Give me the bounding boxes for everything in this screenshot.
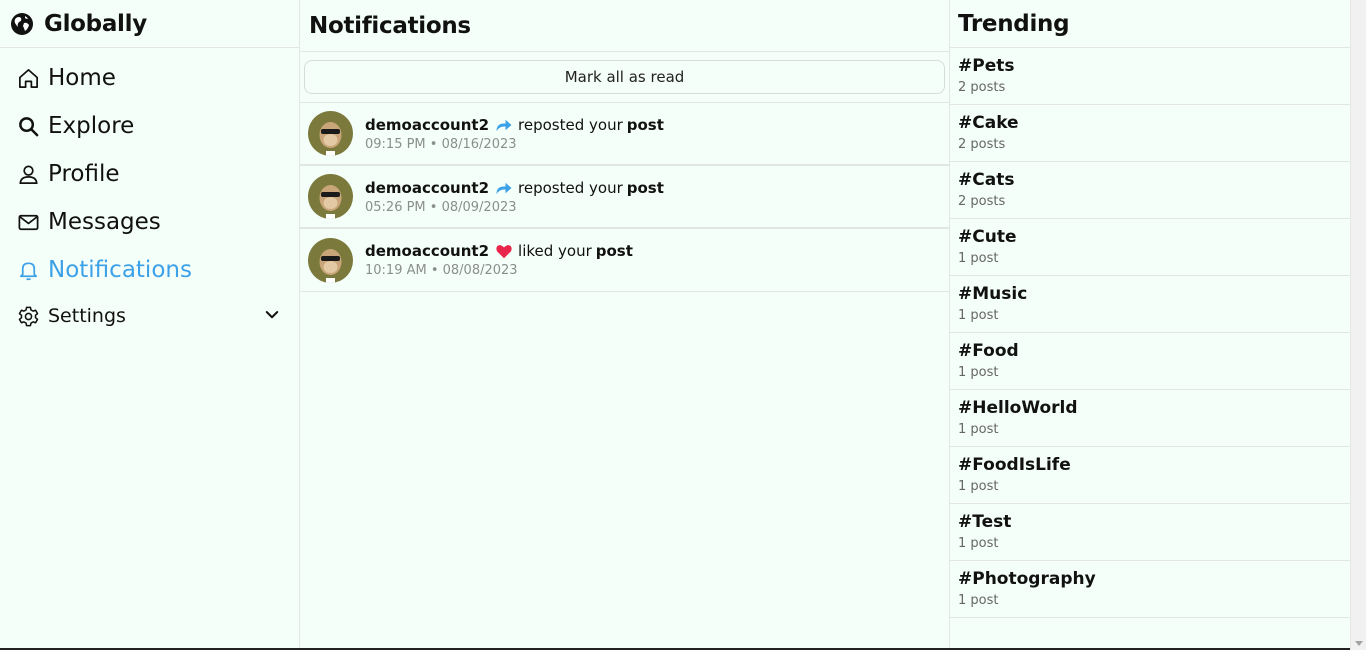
brand-name: Globally bbox=[44, 10, 147, 37]
trending-count: 1 post bbox=[958, 479, 999, 494]
notification-user[interactable]: demoaccount2 bbox=[365, 242, 489, 260]
trending-count: 2 posts bbox=[958, 80, 1006, 95]
trending-item[interactable]: #Pets 2 posts bbox=[950, 48, 1350, 105]
nav-item-explore[interactable]: Explore bbox=[0, 102, 299, 150]
nav-label-messages: Messages bbox=[48, 209, 161, 235]
notification-item[interactable]: demoaccount2 reposted your post 05:26 PM… bbox=[300, 166, 949, 229]
repost-icon bbox=[494, 116, 514, 134]
notification-target-link[interactable]: post bbox=[627, 116, 664, 134]
trending-item[interactable]: #FoodIsLife 1 post bbox=[950, 447, 1350, 504]
trending-tag: #Cats bbox=[958, 170, 1015, 190]
repost-icon bbox=[494, 179, 514, 197]
trending-tag: #Cute bbox=[958, 227, 1017, 247]
nav-label-notifications: Notifications bbox=[48, 257, 192, 283]
mark-all-container: Mark all as read bbox=[300, 52, 949, 103]
mail-icon bbox=[16, 210, 40, 234]
trending-count: 1 post bbox=[958, 365, 999, 380]
trending-panel: Trending #Pets 2 posts #Cake 2 posts #Ca… bbox=[950, 0, 1350, 650]
notification-timestamp: 09:15 PM • 08/16/2023 bbox=[365, 136, 517, 152]
notification-target-link[interactable]: post bbox=[596, 242, 633, 260]
user-icon bbox=[16, 162, 40, 186]
trending-tag: #Photography bbox=[958, 569, 1096, 589]
scroll-down-arrow-icon[interactable] bbox=[1355, 641, 1363, 646]
nav-item-profile[interactable]: Profile bbox=[0, 150, 299, 198]
notification-timestamp: 05:26 PM • 08/09/2023 bbox=[365, 199, 517, 215]
notification-user[interactable]: demoaccount2 bbox=[365, 179, 489, 197]
heart-icon bbox=[494, 242, 514, 260]
nav-item-home[interactable]: Home bbox=[0, 54, 299, 102]
main-header: Notifications bbox=[300, 0, 949, 52]
trending-tag: #Cake bbox=[958, 113, 1019, 133]
trending-item[interactable]: #Photography 1 post bbox=[950, 561, 1350, 618]
trending-count: 1 post bbox=[958, 308, 999, 323]
trending-item[interactable]: #Test 1 post bbox=[950, 504, 1350, 561]
left-sidebar: Globally Home Explore Profile Messages N… bbox=[0, 0, 300, 650]
trending-item[interactable]: #Cake 2 posts bbox=[950, 105, 1350, 162]
trending-count: 2 posts bbox=[958, 194, 1006, 209]
gear-icon bbox=[16, 304, 40, 328]
bell-icon bbox=[16, 258, 40, 282]
trending-tag: #Pets bbox=[958, 56, 1015, 76]
page-scrollbar[interactable] bbox=[1350, 0, 1366, 650]
nav-item-settings[interactable]: Settings bbox=[0, 294, 299, 338]
globe-icon bbox=[10, 12, 34, 36]
trending-tag: #Food bbox=[958, 341, 1019, 361]
nav-label-profile: Profile bbox=[48, 161, 120, 187]
notifications-panel: Notifications Mark all as read demoaccou… bbox=[300, 0, 950, 650]
brand[interactable]: Globally bbox=[0, 0, 299, 48]
trending-item[interactable]: #Food 1 post bbox=[950, 333, 1350, 390]
notification-user[interactable]: demoaccount2 bbox=[365, 116, 489, 134]
trending-tag: #Test bbox=[958, 512, 1012, 532]
trending-tag: #Music bbox=[958, 284, 1028, 304]
trending-title: Trending bbox=[958, 10, 1070, 37]
notification-item[interactable]: demoaccount2 liked your post 10:19 AM • … bbox=[300, 229, 949, 292]
trending-item[interactable]: #Music 1 post bbox=[950, 276, 1350, 333]
trending-count: 2 posts bbox=[958, 137, 1006, 152]
avatar[interactable] bbox=[308, 111, 353, 156]
trending-item[interactable]: #Cute 1 post bbox=[950, 219, 1350, 276]
trending-header: Trending bbox=[950, 0, 1350, 48]
mark-all-read-button[interactable]: Mark all as read bbox=[304, 60, 945, 94]
notification-timestamp: 10:19 AM • 08/08/2023 bbox=[365, 263, 518, 278]
notification-item[interactable]: demoaccount2 reposted your post 09:15 PM… bbox=[300, 103, 949, 166]
trending-count: 1 post bbox=[958, 422, 999, 437]
trending-count: 1 post bbox=[958, 251, 999, 266]
notification-target-link[interactable]: post bbox=[627, 179, 664, 197]
trending-count: 1 post bbox=[958, 593, 999, 608]
trending-item[interactable]: #HelloWorld 1 post bbox=[950, 390, 1350, 447]
nav-label-settings: Settings bbox=[48, 305, 126, 327]
home-icon bbox=[16, 66, 40, 90]
trending-count: 1 post bbox=[958, 536, 999, 551]
trending-tag: #HelloWorld bbox=[958, 398, 1078, 418]
nav-item-notifications[interactable]: Notifications bbox=[0, 246, 299, 294]
notification-action: reposted your bbox=[518, 178, 623, 197]
avatar[interactable] bbox=[308, 237, 353, 283]
chevron-down-icon[interactable] bbox=[263, 306, 281, 324]
search-icon bbox=[16, 114, 40, 138]
notification-action: liked your bbox=[518, 242, 592, 260]
trending-tag: #FoodIsLife bbox=[958, 455, 1071, 475]
notification-action: reposted your bbox=[518, 115, 623, 134]
avatar[interactable] bbox=[308, 174, 353, 219]
nav-label-home: Home bbox=[48, 65, 116, 91]
nav-label-explore: Explore bbox=[48, 113, 135, 139]
trending-item[interactable]: #Cats 2 posts bbox=[950, 162, 1350, 219]
nav-item-messages[interactable]: Messages bbox=[0, 198, 299, 246]
page-title: Notifications bbox=[309, 12, 471, 39]
